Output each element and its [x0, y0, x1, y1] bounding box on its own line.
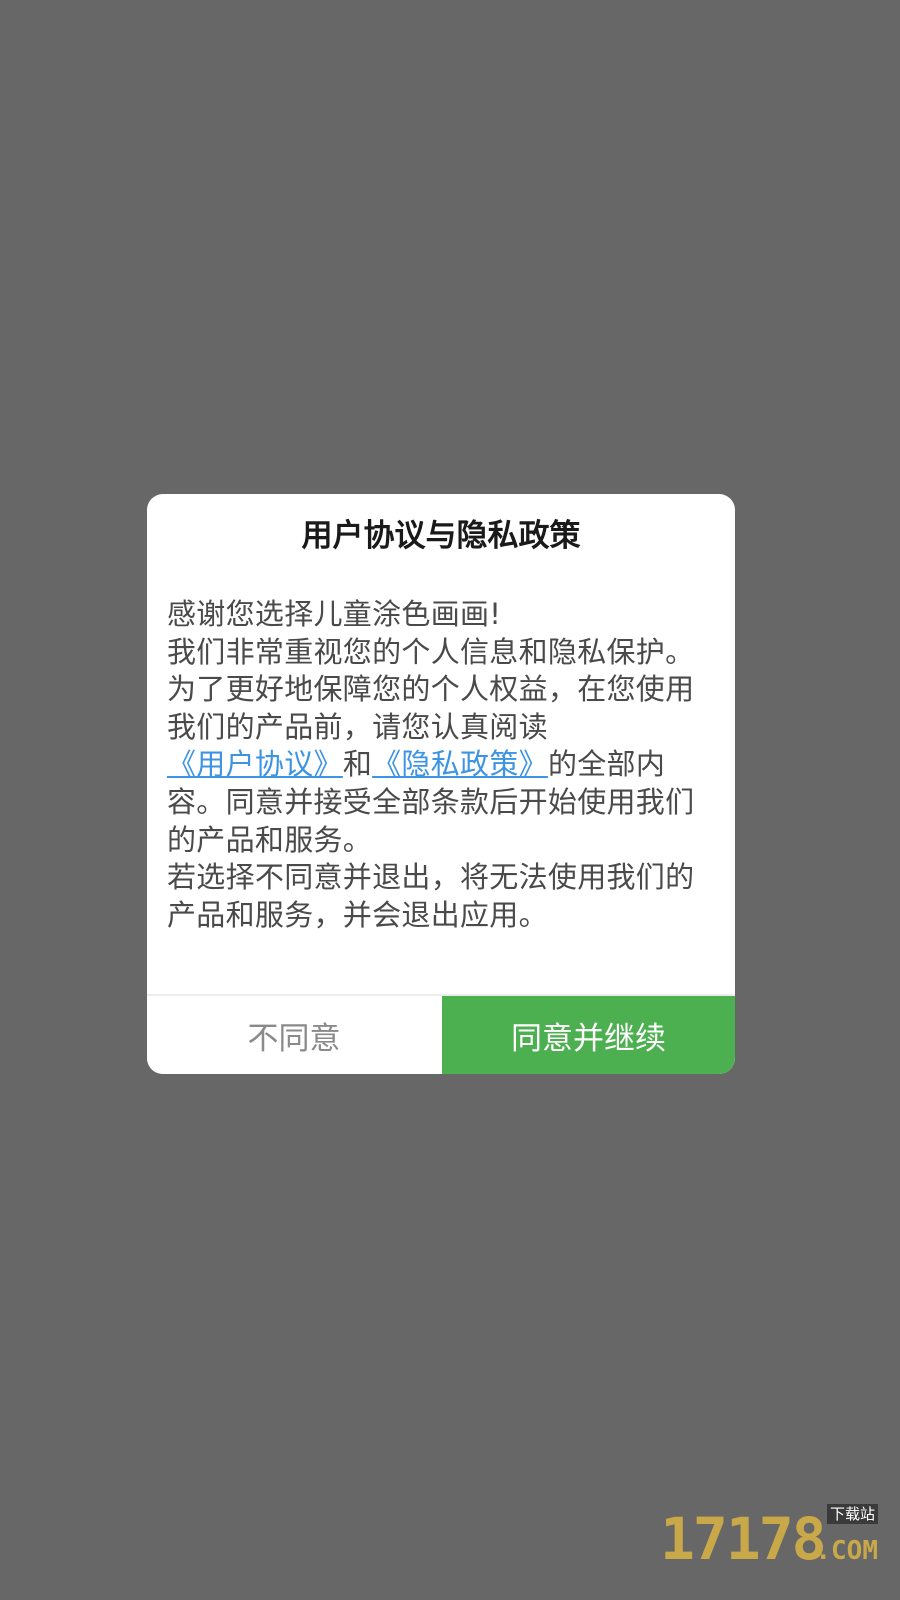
welcome-text: 感谢您选择儿童涂色画画!	[167, 597, 502, 631]
dialog-title: 用户协议与隐私政策	[301, 518, 581, 554]
policy-text-before: 我们非常重视您的个人信息和隐私保护。为了更好地保障您的个人权益，在您使用我们的产…	[167, 634, 695, 744]
agree-continue-button[interactable]: 同意并继续	[442, 996, 735, 1074]
watermark-number: 17178	[660, 1505, 827, 1573]
site-watermark-logo: 17178 下载站 .COM	[660, 1502, 880, 1572]
privacy-dialog: 用户协议与隐私政策 感谢您选择儿童涂色画画! 我们非常重视您的个人信息和隐私保护…	[147, 494, 735, 1074]
exit-warning-text: 若选择不同意并退出，将无法使用我们的产品和服务，并会退出应用。	[167, 860, 695, 932]
watermark-label: 下载站	[826, 1504, 878, 1524]
privacy-policy-link[interactable]: 《隐私政策》	[372, 747, 548, 781]
user-agreement-link[interactable]: 《用户协议》	[167, 747, 343, 781]
dialog-body: 感谢您选择儿童涂色画画! 我们非常重视您的个人信息和隐私保护。为了更好地保障您的…	[167, 596, 715, 934]
policy-paragraph: 我们非常重视您的个人信息和隐私保护。为了更好地保障您的个人权益，在您使用我们的产…	[167, 634, 715, 860]
watermark-suffix: .COM	[815, 1536, 878, 1566]
disagree-button[interactable]: 不同意	[147, 996, 441, 1074]
conjunction-text: 和	[342, 747, 373, 782]
